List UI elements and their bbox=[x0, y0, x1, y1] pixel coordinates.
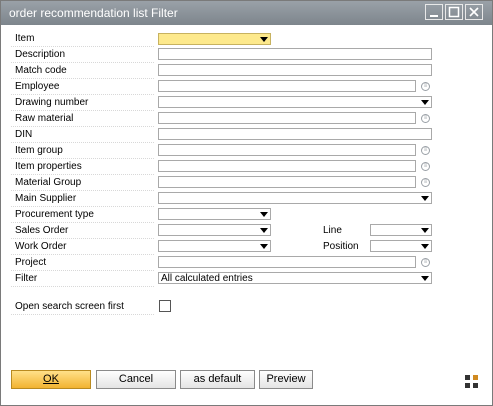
link-arrow-icon[interactable]: ≡ bbox=[421, 82, 430, 91]
project-label: Project bbox=[15, 257, 47, 268]
sales-order-label: Sales Order bbox=[15, 225, 69, 236]
position-label: Position bbox=[323, 241, 359, 252]
ok-button[interactable]: OK bbox=[11, 370, 91, 389]
item-label: Item bbox=[15, 33, 35, 44]
item-group-label: Item group bbox=[15, 145, 63, 156]
description-label: Description bbox=[15, 49, 66, 60]
filter-label: Filter bbox=[15, 273, 38, 284]
employee-label: Employee bbox=[15, 81, 60, 92]
match-code-label: Match code bbox=[15, 65, 67, 76]
preview-button-label: Preview bbox=[266, 373, 306, 385]
item-select[interactable] bbox=[158, 33, 271, 45]
procurement-type-select[interactable] bbox=[158, 208, 271, 220]
row-divider bbox=[11, 126, 154, 127]
main-supplier-label: Main Supplier bbox=[15, 193, 77, 204]
chevron-down-icon[interactable] bbox=[421, 196, 429, 201]
window-title: order recommendation list Filter bbox=[9, 6, 178, 20]
filter-dialog: order recommendation list Filter Item De… bbox=[0, 0, 493, 406]
preview-button[interactable]: Preview bbox=[259, 370, 313, 389]
employee-field[interactable] bbox=[158, 80, 416, 92]
drawing-number-select[interactable] bbox=[158, 96, 432, 108]
chevron-down-icon[interactable] bbox=[421, 100, 429, 105]
chevron-down-icon[interactable] bbox=[421, 244, 429, 249]
filter-select[interactable]: All calculated entries bbox=[158, 272, 432, 284]
raw-material-field[interactable] bbox=[158, 112, 416, 124]
line-select[interactable] bbox=[370, 224, 432, 236]
open-search-first-checkbox[interactable] bbox=[159, 300, 171, 312]
chevron-down-icon[interactable] bbox=[260, 228, 268, 233]
chevron-down-icon[interactable] bbox=[421, 276, 429, 281]
item-properties-label: Item properties bbox=[15, 161, 82, 172]
description-field[interactable] bbox=[158, 48, 432, 60]
material-group-field[interactable] bbox=[158, 176, 416, 188]
filter-selected-value: All calculated entries bbox=[161, 273, 253, 284]
open-search-first-label: Open search screen first bbox=[15, 301, 124, 312]
item-group-field[interactable] bbox=[158, 144, 416, 156]
ok-button-label: OK bbox=[43, 373, 59, 385]
link-arrow-icon[interactable]: ≡ bbox=[421, 114, 430, 123]
chevron-down-icon[interactable] bbox=[260, 37, 268, 42]
link-arrow-icon[interactable]: ≡ bbox=[421, 146, 430, 155]
resize-grip-icon[interactable] bbox=[465, 375, 479, 389]
work-order-select[interactable] bbox=[158, 240, 271, 252]
link-arrow-icon[interactable]: ≡ bbox=[421, 162, 430, 171]
material-group-label: Material Group bbox=[15, 177, 82, 188]
row-divider bbox=[11, 286, 154, 287]
chevron-down-icon[interactable] bbox=[421, 228, 429, 233]
sales-order-select[interactable] bbox=[158, 224, 271, 236]
procurement-type-label: Procurement type bbox=[15, 209, 94, 220]
chevron-down-icon[interactable] bbox=[260, 212, 268, 217]
cancel-button-label: Cancel bbox=[118, 373, 154, 385]
din-field[interactable] bbox=[158, 128, 432, 140]
cancel-button[interactable]: Cancel bbox=[96, 370, 176, 389]
item-properties-field[interactable] bbox=[158, 160, 416, 172]
link-arrow-icon[interactable]: ≡ bbox=[421, 258, 430, 267]
link-arrow-icon[interactable]: ≡ bbox=[421, 178, 430, 187]
as-default-button[interactable]: as default bbox=[180, 370, 255, 389]
work-order-label: Work Order bbox=[15, 241, 67, 252]
main-supplier-select[interactable] bbox=[158, 192, 432, 204]
minimize-icon[interactable] bbox=[425, 4, 443, 20]
match-code-field[interactable] bbox=[158, 64, 432, 76]
raw-material-label: Raw material bbox=[15, 113, 74, 124]
line-label: Line bbox=[323, 225, 342, 236]
as-default-button-label: as default bbox=[193, 373, 242, 385]
close-icon[interactable] bbox=[465, 4, 483, 20]
row-divider bbox=[11, 314, 154, 315]
project-field[interactable] bbox=[158, 256, 416, 268]
din-label: DIN bbox=[15, 129, 33, 140]
maximize-icon[interactable] bbox=[445, 4, 463, 20]
position-select[interactable] bbox=[370, 240, 432, 252]
chevron-down-icon[interactable] bbox=[260, 244, 268, 249]
title-bar[interactable]: order recommendation list Filter bbox=[1, 1, 492, 25]
drawing-number-label: Drawing number bbox=[15, 97, 89, 108]
